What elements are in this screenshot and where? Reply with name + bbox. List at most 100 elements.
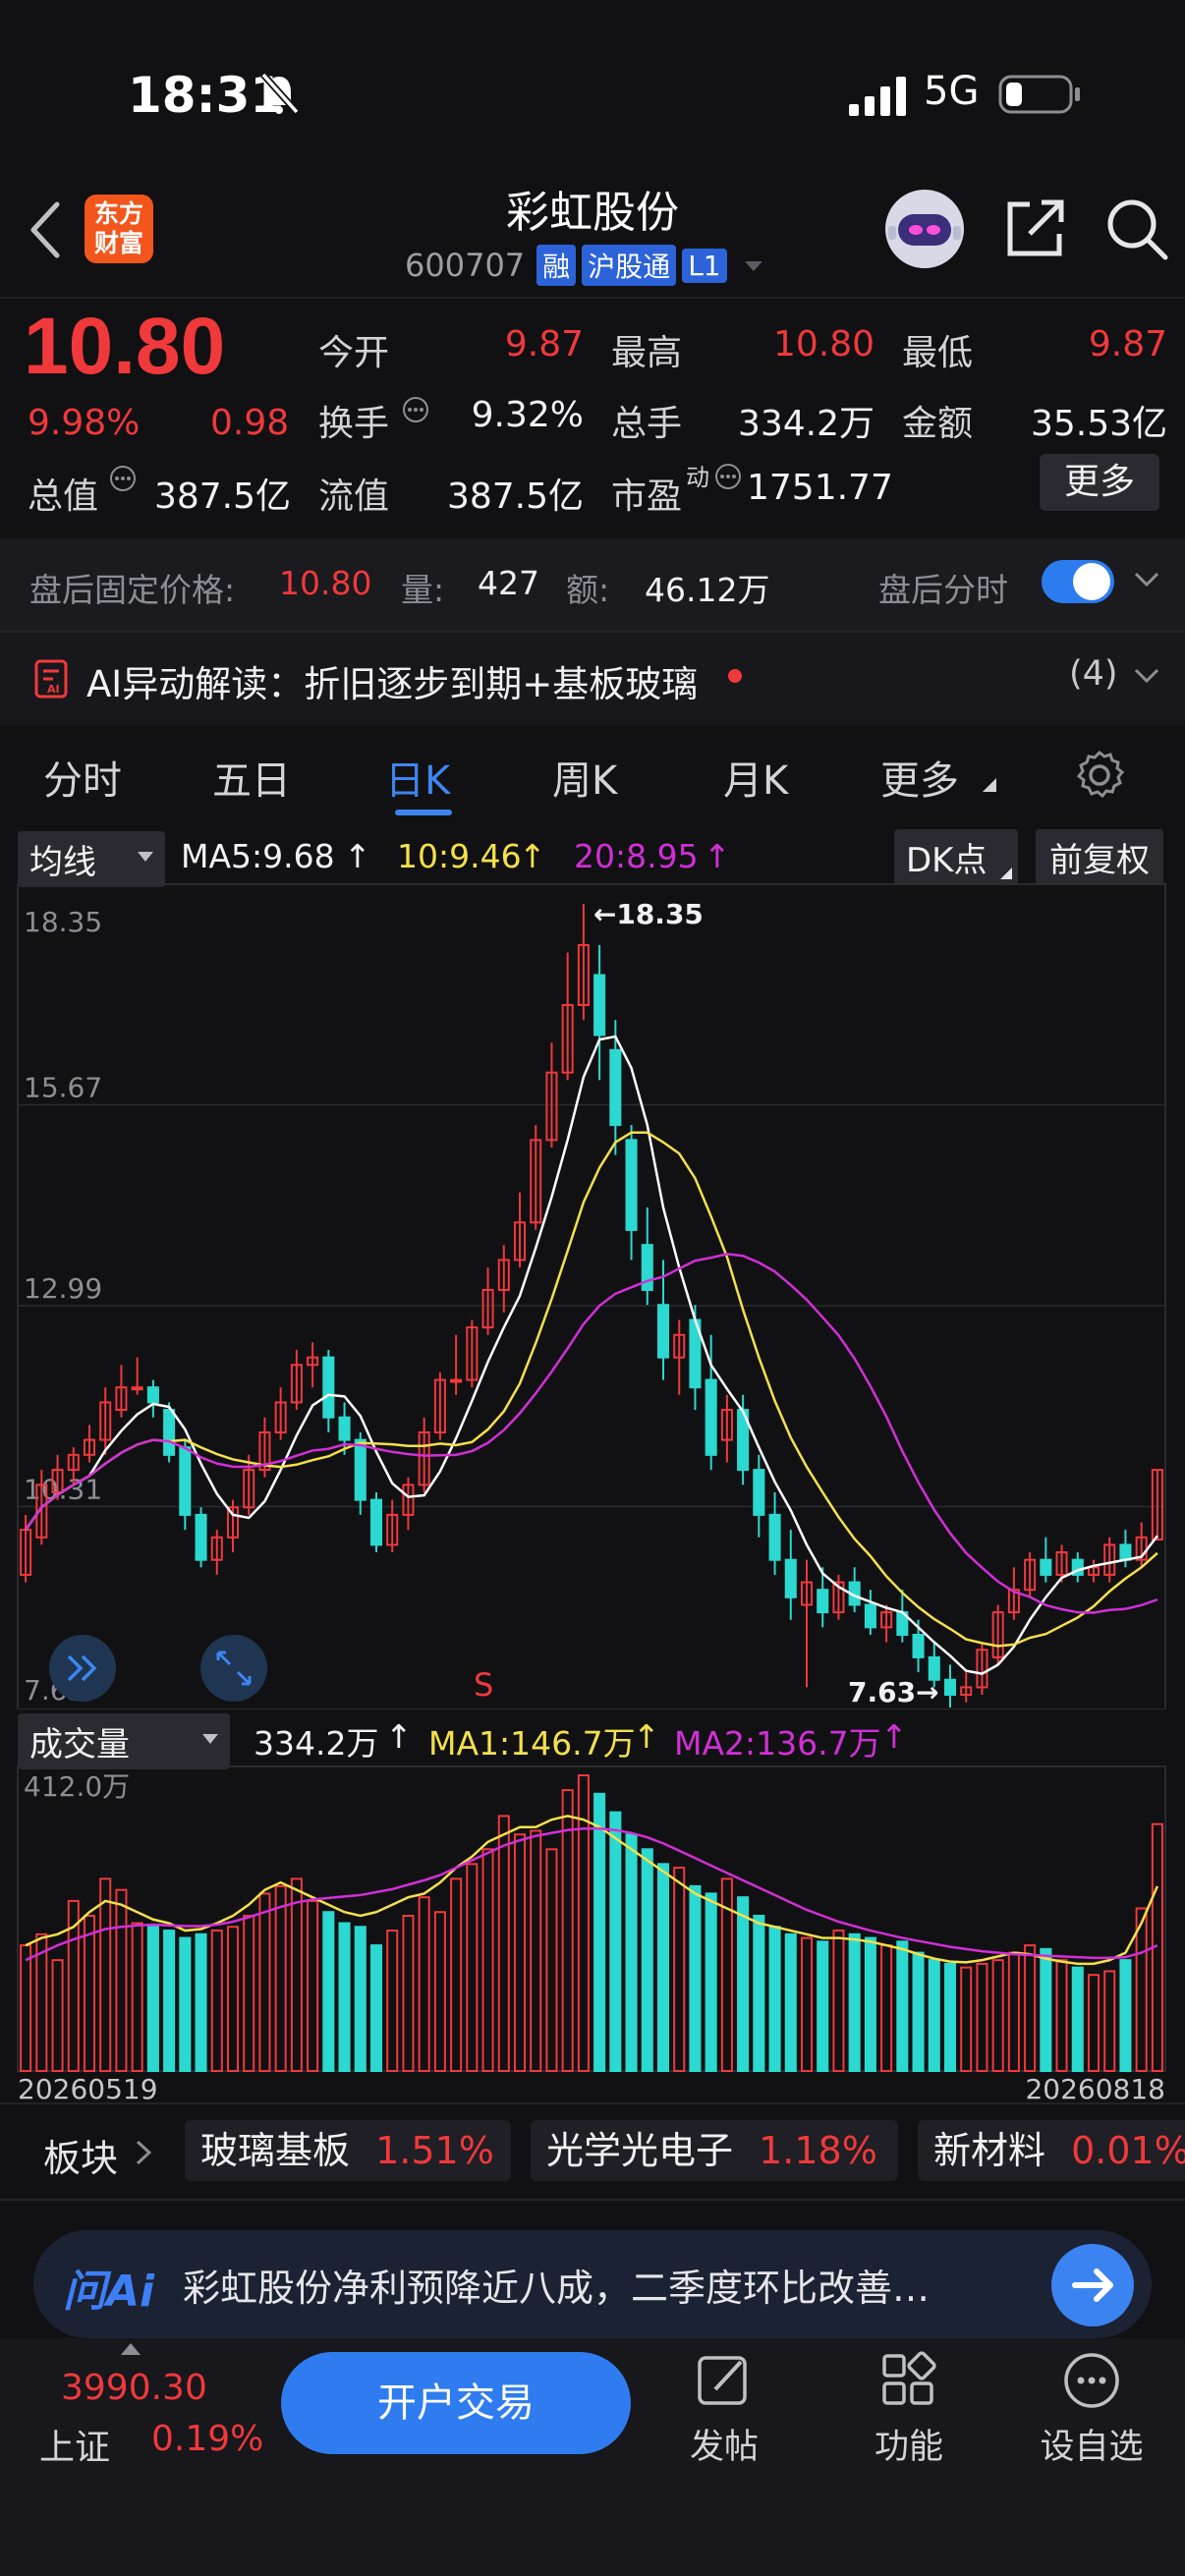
fullscreen-button[interactable] [200,1635,267,1702]
volume-bar [976,1962,988,2072]
ma10-line [25,1131,1158,1648]
volume-label: 总手 [611,404,683,444]
volume-bar [656,1863,670,2072]
robot-assistant-icon[interactable] [880,185,969,273]
stock-code-row[interactable]: 600707 融 沪股通 L1 [405,245,766,286]
volume-bar [210,1930,223,2072]
change-amount: 0.98 [210,403,290,443]
volume-bar [386,1930,399,2072]
volume-chart[interactable]: 412.0万 20260519 20260818 [0,1753,1185,2102]
volume-bar [609,1811,622,2073]
sector-label[interactable]: 板块 [43,2128,118,2182]
open-label: 今开 [318,333,390,373]
caret-down-icon [202,1734,218,1744]
volume-bar [912,1951,925,2072]
volume-bar [481,1848,494,2072]
candle [1119,1543,1132,1561]
sector-pct: 0.01% [1071,2129,1185,2172]
low-label: 最低 [902,333,974,373]
more-icon[interactable] [1061,2350,1122,2411]
arrow-up-icon: ↑ [880,1717,908,1756]
high-annotation: ←18.35 [593,898,704,930]
battery-icon [998,75,1080,114]
ai-submit-button[interactable] [1051,2244,1134,2326]
edit-icon[interactable] [694,2350,755,2411]
sector-chip[interactable]: 光学光电子 1.18% [531,2120,898,2181]
candle [784,1558,797,1598]
info-icon[interactable] [401,395,430,424]
volume-bar [1007,1951,1020,2072]
nav-functions[interactable]: 功能 [845,2419,973,2469]
y-tick-label: 412.0万 [24,1770,130,1803]
index-name[interactable]: 上证 [39,2419,110,2470]
chevron-down-icon[interactable] [1132,568,1161,591]
tab-monthly-k[interactable]: 月K [723,749,788,806]
index-change[interactable]: 0.19% [151,2419,263,2459]
volume-bar [817,1940,829,2072]
tab-more[interactable]: 更多 [880,749,959,806]
volume-bar [1040,1947,1052,2072]
chevron-right-icon[interactable] [134,2138,153,2167]
volume-bar [115,1888,128,2072]
mkt-cap-label: 总值 [28,476,99,517]
y-tick-label: 12.99 [24,1272,102,1305]
tab-5day[interactable]: 五日 [212,749,291,806]
volume-bar [864,1936,876,2072]
sector-chip[interactable]: 玻璃基板 1.51% [185,2120,511,2181]
sector-chip[interactable]: 新材料 0.01% [918,2120,1185,2181]
candle [817,1589,829,1614]
search-icon[interactable] [1104,196,1169,261]
info-icon[interactable] [108,464,138,493]
volume-bar [896,1940,909,2072]
volume-value: 334.2万 [737,404,875,444]
pe-label: 市盈 [611,476,683,517]
volume-bar [991,1959,1004,2072]
chart-frame [17,883,1166,1709]
tag-connect: 沪股通 [582,245,677,286]
tab-intraday[interactable]: 分时 [43,749,122,806]
back-icon[interactable] [26,198,65,261]
stock-name: 彩虹股份 [506,188,679,238]
sell-signal: S [474,1666,493,1704]
volume-bar [1055,1959,1068,2072]
candle [322,1356,335,1419]
arrow-up-icon: ↑ [633,1717,660,1756]
chevron-down-icon[interactable] [1132,664,1161,688]
x-tick-label: 20260519 [18,2073,158,2102]
gear-icon[interactable] [1073,749,1126,802]
grid-icon[interactable] [878,2350,939,2411]
volume-bar [753,1914,765,2072]
volume-bar [338,1922,351,2072]
arrow-up-icon: ↑ [704,837,731,875]
change-percent: 9.98% [28,403,141,443]
kline-chart[interactable]: 18.3515.6712.9910.317.63←18.357.63→S [0,874,1185,1709]
volume-bar [131,1922,143,2072]
ah-volume-label: 量: [401,571,445,609]
nav-watchlist[interactable]: 设自选 [1028,2419,1156,2469]
last-price: 10.80 [24,302,226,391]
arrow-up-icon: ↑ [385,1717,413,1756]
candle [354,1438,367,1501]
candle [338,1416,351,1441]
candle [146,1386,159,1404]
open-account-trade-button[interactable]: 开户交易 [281,2352,631,2454]
network-type: 5G [924,69,980,114]
caret-up-icon[interactable] [120,2342,141,2356]
high-value: 10.80 [772,324,875,364]
index-value[interactable]: 3990.30 [61,2368,207,2408]
tab-daily-k[interactable]: 日K [385,749,450,806]
volume-bar [83,1914,96,2072]
info-icon[interactable] [713,462,743,491]
share-icon[interactable] [1002,196,1067,261]
nav-post[interactable]: 发帖 [660,2419,788,2469]
open-value: 9.87 [504,324,584,364]
volume-bar [960,1966,973,2072]
y-tick-label: 15.67 [24,1072,102,1104]
tab-weekly-k[interactable]: 周K [552,749,617,806]
volume-bar [768,1926,781,2072]
more-button[interactable]: 更多 [1040,454,1159,511]
logo-line-1: 东方 [93,199,143,228]
volume-bar [1119,1959,1132,2072]
candle [163,1409,176,1456]
candle [593,974,606,1036]
